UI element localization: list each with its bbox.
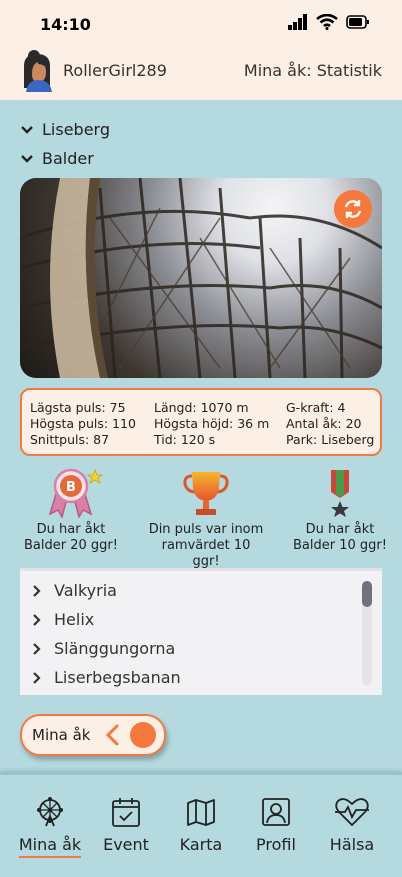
- wifi-icon: [316, 14, 338, 30]
- list-item-label: Valkyria: [54, 581, 117, 600]
- chevron-right-icon: [33, 671, 41, 684]
- tab-profil[interactable]: Profil: [236, 795, 316, 854]
- tree-item-ride[interactable]: Balder: [20, 149, 94, 168]
- stat-ride-count: Antal åk: 20: [286, 416, 362, 431]
- list-item[interactable]: Helix: [32, 610, 94, 629]
- achievement-line-2: ramvärdet 10 ggr!: [161, 538, 251, 569]
- list-item[interactable]: Liserbegsbanan: [32, 668, 181, 687]
- tab-label: Hälsa: [329, 835, 375, 854]
- refresh-icon: [344, 200, 362, 218]
- tree-item-ride-label: Balder: [42, 149, 94, 168]
- tab-karta[interactable]: Karta: [161, 795, 241, 854]
- tab-label: Mina åk: [18, 835, 82, 858]
- ride-list[interactable]: Valkyria Helix Slänggungorna Liserbegsba…: [20, 568, 382, 695]
- chevron-right-icon: [33, 584, 41, 597]
- stat-avg-pulse: Snittpuls: 87: [30, 432, 110, 447]
- achievement-line-1: Din puls var inom: [148, 522, 264, 537]
- ribbon-badge-icon: B: [48, 468, 103, 518]
- svg-text:B: B: [66, 480, 76, 495]
- status-icons: [288, 14, 370, 30]
- medal-icon: [331, 470, 349, 517]
- status-bar: 14:10: [0, 0, 402, 40]
- toggle-label: Mina åk: [32, 726, 91, 744]
- tab-event[interactable]: Event: [86, 795, 166, 854]
- achievement-ride-count-10: Du har åkt Balder 10 ggr!: [284, 466, 396, 554]
- chevron-left-icon: [105, 724, 119, 746]
- tree-item-park-label: Liseberg: [42, 120, 110, 139]
- signal-icon: [288, 14, 307, 30]
- stat-g-force: G-kraft: 4: [286, 400, 346, 415]
- list-item-label: Liserbegsbanan: [54, 668, 181, 687]
- app-header: RollerGirl289 Mina åk: Statistik: [0, 40, 402, 100]
- tree-item-park[interactable]: Liseberg: [20, 120, 110, 139]
- achievement-ride-count-20: B Du har åkt Balder 20 ggr!: [16, 466, 126, 554]
- ride-info: G-kraft: 4 Antal åk: 20 Park: Liseberg: [286, 400, 374, 448]
- achievement-line-1: Du har åkt: [36, 522, 106, 537]
- profile-icon: [262, 798, 290, 826]
- achievement-line-1: Du har åkt: [305, 522, 375, 537]
- achievement-pulse-range: Din puls var inom ramvärdet 10 ggr!: [148, 466, 264, 570]
- ride-photo: [20, 178, 382, 378]
- tab-label: Event: [103, 835, 149, 854]
- map-icon: [187, 799, 215, 826]
- calendar-icon: [112, 798, 140, 827]
- achievement-line-2: Balder 10 ggr!: [293, 538, 387, 553]
- tab-label: Karta: [179, 835, 223, 854]
- ferris-wheel-icon: [37, 797, 63, 827]
- pulse-stats: Lägsta puls: 75 Högsta puls: 110 Snittpu…: [30, 400, 136, 448]
- roller-coaster-structure: [20, 178, 382, 378]
- bottom-tab-bar: Mina åk Event Karta Profil Hälsa: [0, 772, 402, 877]
- username: RollerGirl289: [63, 61, 167, 80]
- tab-label: Profil: [256, 835, 296, 854]
- toggle-knob[interactable]: [130, 722, 156, 748]
- ride-specs: Längd: 1070 m Högsta höjd: 36 m Tid: 120…: [154, 400, 269, 448]
- scrollbar-thumb[interactable]: [362, 581, 372, 607]
- battery-icon: [346, 15, 369, 29]
- scrollbar[interactable]: [362, 581, 372, 685]
- stat-park: Park: Liseberg: [286, 432, 375, 447]
- page-title: Mina åk: Statistik: [243, 61, 382, 80]
- tab-mina-ak[interactable]: Mina åk: [10, 795, 90, 858]
- mina-ak-toggle[interactable]: Mina åk: [20, 714, 166, 756]
- stat-max-pulse: Högsta puls: 110: [30, 416, 136, 431]
- heart-pulse-icon: [335, 798, 369, 826]
- avatar[interactable]: [16, 48, 58, 92]
- list-item[interactable]: Valkyria: [32, 581, 117, 600]
- stat-min-pulse: Lägsta puls: 75: [30, 400, 126, 415]
- clock: 14:10: [40, 15, 91, 34]
- refresh-button[interactable]: [334, 190, 372, 228]
- achievement-line-2: Balder 20 ggr!: [24, 538, 118, 553]
- stat-max-height: Högsta höjd: 36 m: [154, 416, 270, 431]
- stat-time: Tid: 120 s: [154, 432, 216, 447]
- list-item-label: Slänggungorna: [54, 639, 176, 658]
- tab-halsa[interactable]: Hälsa: [312, 795, 392, 854]
- list-item[interactable]: Slänggungorna: [32, 639, 175, 658]
- chevron-down-icon: [21, 154, 33, 163]
- chevron-down-icon: [21, 125, 33, 134]
- list-item-label: Helix: [54, 610, 95, 629]
- stat-length: Längd: 1070 m: [154, 400, 249, 415]
- trophy-icon: [183, 472, 229, 515]
- chevron-right-icon: [33, 642, 41, 655]
- ride-stats-panel: Lägsta puls: 75 Högsta puls: 110 Snittpu…: [20, 388, 382, 456]
- chevron-right-icon: [33, 613, 41, 626]
